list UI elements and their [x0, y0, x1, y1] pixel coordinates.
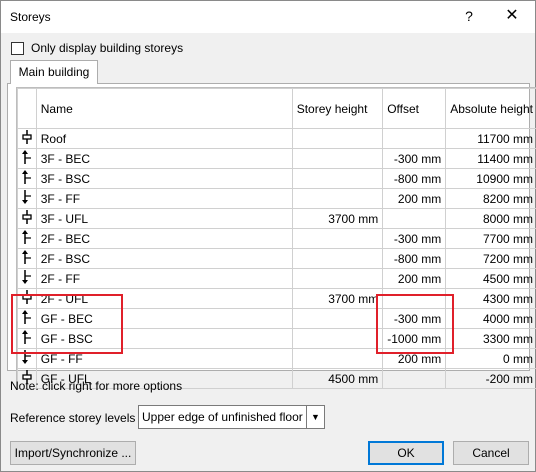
level-down-icon [17, 188, 37, 209]
col-header-glyph [17, 88, 37, 129]
absolute-height-cell[interactable]: 0 mm [445, 348, 536, 369]
level-down-icon [17, 268, 37, 289]
table-row[interactable]: 3F - BEC -300 mm 11400 mm [17, 148, 536, 169]
absolute-height-cell[interactable]: 7700 mm [445, 228, 536, 249]
reference-select[interactable]: Upper edge of unfinished floor ▼ [138, 405, 325, 429]
absolute-height-cell[interactable]: 10900 mm [445, 168, 536, 189]
absolute-height-cell[interactable]: 4000 mm [445, 308, 536, 329]
filter-checkbox[interactable] [11, 41, 24, 55]
storey-height-cell[interactable] [291, 148, 384, 169]
storey-height-cell[interactable]: 4500 mm [291, 368, 384, 389]
level-up-icon [17, 228, 37, 249]
col-header-absolute-height[interactable]: Absolute height [445, 88, 536, 129]
table-row[interactable]: 2F - FF 200 mm 4500 mm [17, 268, 536, 289]
reference-value: Upper edge of unfinished floor [142, 410, 303, 424]
storey-height-cell[interactable] [291, 268, 384, 289]
close-button[interactable]: ✕ [500, 4, 524, 28]
cancel-button[interactable]: Cancel [453, 441, 529, 465]
absolute-height-cell[interactable]: 8200 mm [445, 188, 536, 209]
offset-cell[interactable]: -300 mm [382, 148, 447, 169]
absolute-height-cell[interactable]: 11700 mm [445, 128, 536, 149]
table-row[interactable]: 2F - BSC -800 mm 7200 mm [17, 248, 536, 269]
table-header: Name Storey height Offset Absolute heigh… [17, 88, 536, 129]
storey-name[interactable]: 2F - BSC [35, 248, 293, 269]
dialog-title: Storeys [10, 10, 51, 24]
import-synchronize-button[interactable]: Import/Synchronize ... [10, 441, 136, 465]
col-header-storey-height[interactable]: Storey height [291, 88, 384, 129]
storey-height-cell[interactable]: 3700 mm [291, 208, 384, 229]
offset-cell[interactable]: 200 mm [382, 188, 447, 209]
level-up-icon [17, 168, 37, 189]
storey-height-cell[interactable] [291, 308, 384, 329]
storey-level-icon [17, 208, 37, 229]
storey-name[interactable]: 3F - BEC [35, 148, 293, 169]
storey-height-cell[interactable]: 3700 mm [291, 288, 384, 309]
storey-height-cell[interactable] [291, 168, 384, 189]
title-bar: Storeys ? ✕ [1, 1, 535, 33]
storeys-dialog: Storeys ? ✕ Only display building storey… [0, 0, 536, 472]
storey-height-cell[interactable] [291, 228, 384, 249]
table-row[interactable]: 3F - BSC -800 mm 10900 mm [17, 168, 536, 189]
storey-height-cell[interactable] [291, 348, 384, 369]
tab-main-building[interactable]: Main building [10, 60, 98, 84]
table-row[interactable]: 2F - BEC -300 mm 7700 mm [17, 228, 536, 249]
offset-cell[interactable]: -800 mm [382, 248, 447, 269]
table-row[interactable]: 3F - UFL 3700 mm 8000 mm [17, 208, 536, 229]
ok-button[interactable]: OK [368, 441, 444, 465]
storey-height-cell[interactable] [291, 248, 384, 269]
offset-cell[interactable]: 200 mm [382, 268, 447, 289]
col-header-name[interactable]: Name [35, 88, 293, 129]
level-up-icon [17, 148, 37, 169]
offset-cell[interactable] [382, 128, 447, 149]
absolute-height-cell[interactable]: 11400 mm [445, 148, 536, 169]
help-button[interactable]: ? [457, 4, 481, 28]
offset-cell[interactable] [382, 368, 447, 389]
storey-name[interactable]: 2F - FF [35, 268, 293, 289]
storey-level-icon [17, 128, 37, 149]
absolute-height-cell[interactable]: 4300 mm [445, 288, 536, 309]
table-row[interactable]: 3F - FF 200 mm 8200 mm [17, 188, 536, 209]
storey-height-cell[interactable] [291, 128, 384, 149]
absolute-height-cell[interactable]: 7200 mm [445, 248, 536, 269]
reference-label: Reference storey levels [10, 411, 136, 425]
offset-cell[interactable]: -800 mm [382, 168, 447, 189]
note-text: Note: click right for more options [10, 379, 183, 393]
building-storeys-filter[interactable]: Only display building storeys [11, 41, 183, 55]
storey-name[interactable]: 3F - UFL [35, 208, 293, 229]
absolute-height-cell[interactable]: 8000 mm [445, 208, 536, 229]
storey-name[interactable]: 2F - BEC [35, 228, 293, 249]
storey-height-cell[interactable] [291, 188, 384, 209]
filter-label: Only display building storeys [31, 41, 184, 55]
name-highlight-box [11, 294, 123, 354]
absolute-height-cell[interactable]: 3300 mm [445, 328, 536, 349]
chevron-down-icon[interactable]: ▼ [306, 406, 324, 428]
offset-cell[interactable] [382, 208, 447, 229]
offset-highlight-box [376, 294, 454, 354]
offset-cell[interactable]: -300 mm [382, 228, 447, 249]
storey-name[interactable]: 3F - BSC [35, 168, 293, 189]
level-up-icon [17, 248, 37, 269]
storey-height-cell[interactable] [291, 328, 384, 349]
storey-name[interactable]: Roof [35, 128, 293, 149]
absolute-height-cell[interactable]: -200 mm [445, 368, 536, 389]
storey-name[interactable]: 3F - FF [35, 188, 293, 209]
absolute-height-cell[interactable]: 4500 mm [445, 268, 536, 289]
table-row[interactable]: Roof 11700 mm [17, 128, 536, 149]
col-header-offset[interactable]: Offset [382, 88, 447, 129]
